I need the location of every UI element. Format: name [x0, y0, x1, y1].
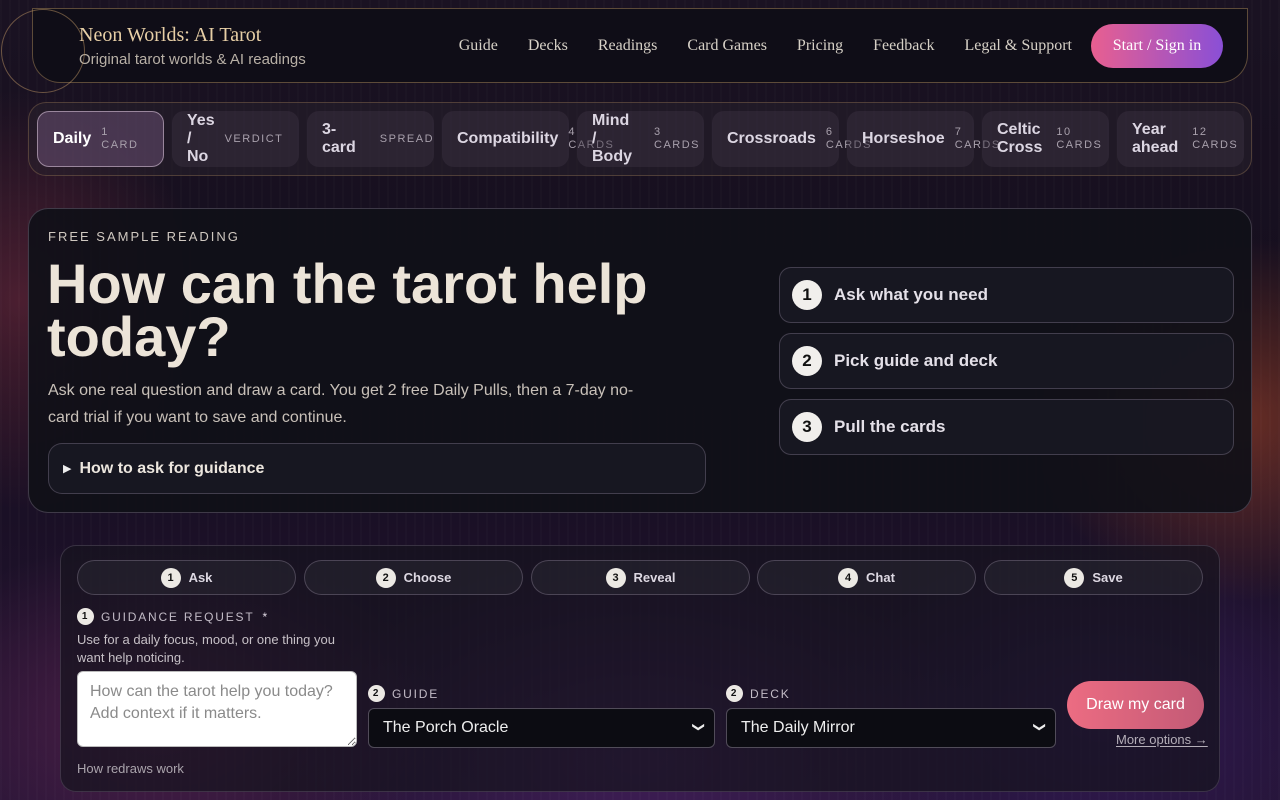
field-number: 2 [368, 685, 385, 702]
tab-name: Compatibility [457, 130, 559, 147]
hero-description: Ask one real question and draw a card. Y… [48, 382, 634, 426]
tab-name: Celtic Cross [997, 121, 1043, 156]
progress-label: Choose [403, 570, 452, 585]
main-nav: Guide Decks Readings Card Games Pricing … [459, 37, 1072, 55]
nav-decks[interactable]: Decks [528, 37, 568, 55]
page-title: How can the tarot help today? [47, 252, 648, 368]
tab-3-card[interactable]: 3- card SPREAD [307, 111, 434, 167]
step-pull: 3 Pull the cards [779, 399, 1234, 455]
tab-meta: 10 CARDS [1056, 126, 1103, 151]
tab-meta: 12 CARDS [1192, 126, 1239, 151]
tab-mind-body[interactable]: Mind / Body 3 CARDS [577, 111, 704, 167]
step-number: 1 [792, 280, 822, 310]
nav-card-games[interactable]: Card Games [687, 37, 767, 55]
progress-label: Save [1092, 570, 1123, 585]
tab-crossroads[interactable]: Crossroads 6 CARDS [712, 111, 870, 167]
guide-select-value: The Porch Oracle [383, 719, 509, 736]
brand-title[interactable]: Neon Worlds: AI Tarot [79, 24, 306, 47]
field-number: 2 [726, 685, 743, 702]
field-label-text: DECK [750, 686, 791, 701]
progress-label: Chat [866, 570, 895, 585]
guide-select[interactable]: The Porch Oracle ❯ [368, 708, 715, 748]
nav-guide[interactable]: Guide [459, 37, 498, 55]
brand[interactable]: Neon Worlds: AI Tarot Original tarot wor… [79, 24, 306, 68]
header-ornament [1, 9, 85, 93]
step-label: Pick guide and deck [834, 351, 998, 370]
guidance-hint: Use for a daily focus, mood, or one thin… [77, 632, 335, 665]
tab-daily[interactable]: Daily 1 CARD [37, 111, 164, 167]
tab-meta: 1 CARD [101, 126, 139, 151]
guide-label: 2 GUIDE [368, 685, 439, 702]
tab-name: Daily [53, 130, 92, 147]
how-to-ask-disclosure[interactable]: ▶ How to ask for guidance [48, 443, 706, 494]
step-label: Ask what you need [834, 285, 988, 304]
hero-card: FREE SAMPLE READING How can the tarot he… [28, 208, 1252, 513]
spread-tabs: Daily 1 CARD Yes / No VERDICT 3- card SP… [28, 102, 1252, 176]
tab-name: Yes / No [187, 112, 215, 165]
progress-number: 4 [838, 567, 859, 588]
how-to-ask-label: How to ask for guidance [79, 459, 265, 477]
progress-number: 5 [1064, 567, 1085, 588]
tab-celtic-cross[interactable]: Celtic Cross 10 CARDS [982, 111, 1109, 167]
deck-label: 2 DECK [726, 685, 791, 702]
deck-select-value: The Daily Mirror [741, 719, 855, 736]
progress-step-choose[interactable]: 2 Choose [304, 560, 523, 595]
field-label-text: GUIDE [392, 686, 440, 701]
step-number: 2 [792, 346, 822, 376]
required-mark: * [262, 609, 269, 624]
site-header: Neon Worlds: AI Tarot Original tarot wor… [1, 8, 1248, 93]
tab-meta: SPREAD [379, 132, 435, 145]
progress-step-reveal[interactable]: 3 Reveal [531, 560, 750, 595]
how-redraws-work-link[interactable]: How redraws work [77, 761, 184, 776]
nav-readings[interactable]: Readings [598, 37, 658, 55]
more-options-link[interactable]: More options → [1116, 732, 1208, 747]
field-number: 1 [77, 608, 94, 625]
field-label-text: GUIDANCE REQUEST [101, 609, 255, 624]
sign-in-button[interactable]: Start / Sign in [1091, 23, 1223, 68]
guidance-request-label: 1 GUIDANCE REQUEST * [77, 608, 269, 625]
nav-feedback[interactable]: Feedback [873, 37, 934, 55]
tab-meta: VERDICT [224, 132, 284, 145]
progress-number: 1 [160, 567, 181, 588]
step-ask: 1 Ask what you need [779, 267, 1234, 323]
progress-number: 3 [605, 567, 626, 588]
brand-subtitle: Original tarot worlds & AI readings [79, 50, 306, 68]
progress-label: Ask [188, 570, 213, 585]
nav-pricing[interactable]: Pricing [797, 37, 843, 55]
tab-name: Mind / Body [592, 112, 632, 165]
step-pick: 2 Pick guide and deck [779, 333, 1234, 389]
guidance-request-input[interactable] [77, 671, 357, 747]
tab-horseshoe[interactable]: Horseshoe 7 CARDS [847, 111, 999, 167]
progress-step-chat[interactable]: 4 Chat [757, 560, 976, 595]
draw-card-button[interactable]: Draw my card [1067, 681, 1204, 729]
progress-step-ask[interactable]: 1 Ask [77, 560, 296, 595]
eyebrow-label: FREE SAMPLE READING [48, 229, 240, 244]
tab-yes-no[interactable]: Yes / No VERDICT [172, 111, 299, 167]
tab-compatibility[interactable]: Compatibility 4 CARDS [442, 111, 613, 167]
deck-select[interactable]: The Daily Mirror ❯ [726, 708, 1056, 748]
tab-name: Year ahead [1132, 121, 1179, 156]
chevron-down-icon: ❯ [691, 721, 706, 733]
reading-form: 1 Ask 2 Choose 3 Reveal 4 Chat 5 Save 1 … [60, 545, 1220, 792]
progress-label: Reveal [633, 570, 676, 585]
disclosure-triangle-icon: ▶ [63, 463, 72, 475]
tab-meta: 3 CARDS [654, 126, 701, 151]
tab-name: Crossroads [727, 130, 816, 147]
tab-name: Horseshoe [862, 130, 945, 147]
step-number: 3 [792, 412, 822, 442]
tab-name: 3- card [322, 121, 356, 156]
nav-legal-support[interactable]: Legal & Support [964, 37, 1072, 55]
progress-number: 2 [375, 567, 396, 588]
step-label: Pull the cards [834, 417, 946, 436]
progress-step-save[interactable]: 5 Save [984, 560, 1203, 595]
tab-year-ahead[interactable]: Year ahead 12 CARDS [1117, 111, 1244, 167]
chevron-down-icon: ❯ [1032, 721, 1047, 733]
